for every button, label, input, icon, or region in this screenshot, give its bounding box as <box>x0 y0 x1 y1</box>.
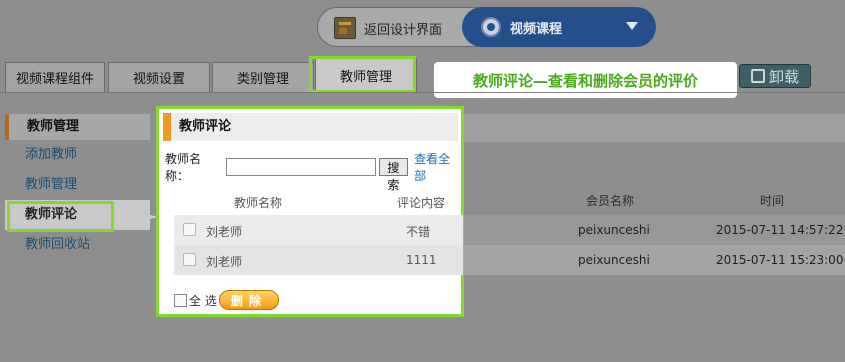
back-to-design-button[interactable]: 返回设计界面 <box>334 17 442 39</box>
divider <box>0 92 845 93</box>
module-select-label: 视频课程 <box>510 21 563 37</box>
sidebar-highlight-frame <box>7 201 114 232</box>
member-cell: peixunceshi <box>578 253 650 267</box>
module-switcher: 返回设计界面 视频课程 <box>317 7 656 47</box>
search-label: 教师名称： <box>165 152 202 183</box>
uninstall-button[interactable]: 卸载 <box>739 64 811 88</box>
teacher-name-input[interactable] <box>225 158 376 176</box>
column-header-teacher: 教师名称 <box>234 196 283 210</box>
search-row: 教师名称： 搜索 查看全部 <box>165 152 461 192</box>
sidebar-item-add-teacher[interactable]: 添加教师 <box>5 140 150 170</box>
select-all-checkbox[interactable] <box>174 293 187 307</box>
select-all-label: 全 选 <box>189 293 217 308</box>
delete-button[interactable]: 删除 <box>218 290 279 310</box>
uninstall-label: 卸载 <box>768 67 799 86</box>
sidebar: 教师管理 添加教师 教师管理 教师评论 教师回收站 <box>5 114 150 260</box>
table-title-bar <box>462 114 845 142</box>
teacher-cell: 刘老师 <box>206 225 243 239</box>
table-row: 刘老师 不错 <box>174 215 463 245</box>
tab-category-management[interactable]: 类别管理 <box>212 62 314 92</box>
panel-title: 教师评论 <box>163 113 458 141</box>
gear-icon <box>481 17 501 37</box>
select-all-row: 全 选 删除 <box>174 290 279 310</box>
chevron-down-icon <box>626 22 638 30</box>
design-icon <box>334 17 356 39</box>
row-checkbox[interactable] <box>183 223 196 236</box>
member-cell: peixunceshi <box>578 223 650 237</box>
trash-icon <box>750 69 765 83</box>
back-to-design-label: 返回设计界面 <box>364 22 443 38</box>
module-select[interactable]: 视频课程 <box>462 7 656 47</box>
comment-cell: 1111 <box>406 253 437 267</box>
row-checkbox[interactable] <box>183 253 196 266</box>
tab-video-settings[interactable]: 视频设置 <box>108 62 210 92</box>
sidebar-header: 教师管理 <box>5 114 150 140</box>
column-header-comment: 评论内容 <box>397 196 446 210</box>
sidebar-item-teacher-management[interactable]: 教师管理 <box>5 170 150 200</box>
column-header-time: 时间 <box>760 194 785 208</box>
pointer-arrow <box>114 205 158 229</box>
table-row: 刘老师 1111 <box>174 245 463 275</box>
time-cell: 2015-07-11 14:57:22 <box>716 223 844 237</box>
tab-highlight-frame <box>309 56 416 93</box>
tab-video-course-component[interactable]: 视频课程组件 <box>5 62 105 92</box>
sidebar-item-teacher-recycle-bin[interactable]: 教师回收站 <box>5 230 150 260</box>
time-cell: 2015-07-11 15:23:00 <box>716 253 844 267</box>
view-all-link[interactable]: 查看全部 <box>414 150 461 184</box>
comment-cell: 不错 <box>406 225 431 239</box>
teacher-cell: 刘老师 <box>206 255 243 269</box>
teacher-comments-panel: 教师评论 教师名称： 搜索 查看全部 教师名称 评论内容 刘老师 不错 刘老师 … <box>156 106 464 317</box>
column-header-member: 会员名称 <box>586 194 635 208</box>
search-button[interactable]: 搜索 <box>378 158 409 192</box>
